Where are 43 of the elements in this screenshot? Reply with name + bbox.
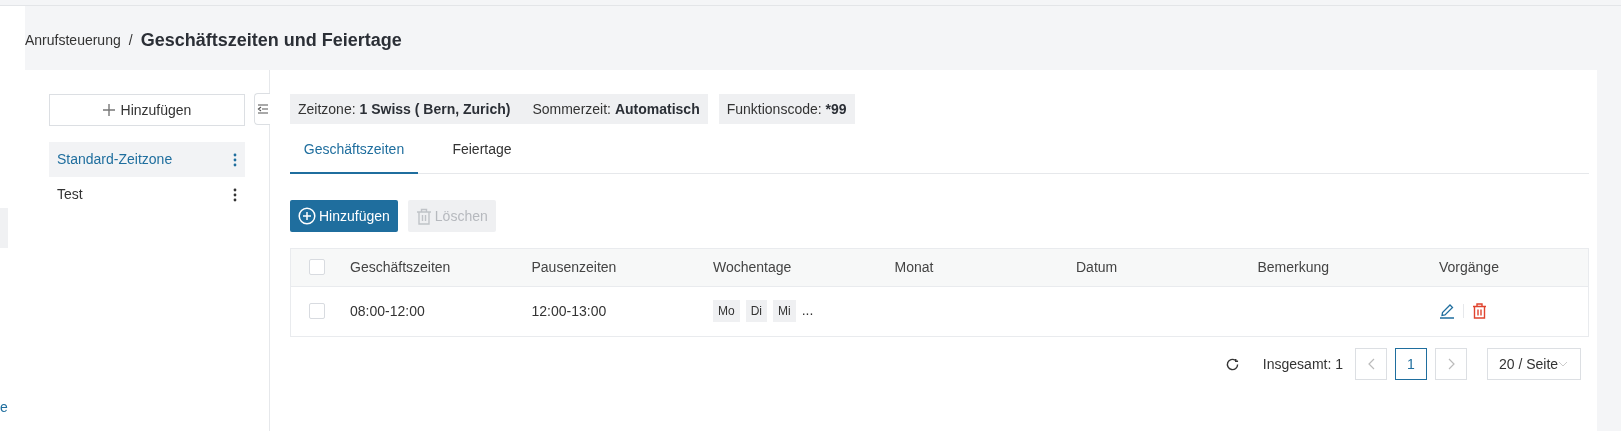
breadcrumb-separator: / [128, 30, 133, 50]
zone-list-item[interactable]: Standard-Zeitzone [49, 142, 245, 177]
column-header: Monat [894, 258, 934, 275]
page-size-select[interactable]: 20 / Seite [1487, 348, 1581, 380]
column-header: Pausenzeiten [531, 258, 617, 275]
zone-list-item[interactable]: Test [49, 177, 245, 212]
column-header: Vorgänge [1439, 258, 1499, 275]
table-cell: 08:00-12:00 [350, 302, 425, 319]
tab[interactable]: Feiertage [418, 127, 546, 174]
info-text: Sommerzeit: Automatisch [532, 99, 700, 119]
column-header: Wochentage [713, 258, 792, 275]
add-zone-button[interactable]: Hinzufügen [49, 94, 245, 126]
page-title: Geschäftszeiten und Feiertage [140, 28, 402, 52]
edit-icon[interactable] [1439, 303, 1455, 320]
plus-icon [102, 104, 115, 116]
refresh-icon[interactable] [1225, 357, 1239, 371]
add-button[interactable]: Hinzufügen [290, 200, 398, 232]
total-count: Insgesamt: 1 [1262, 354, 1343, 374]
weekday-tag: Mi [773, 300, 796, 323]
chevron-down-icon [1558, 361, 1569, 367]
delete-icon[interactable] [1472, 303, 1487, 320]
column-header: Datum [1076, 258, 1118, 275]
collapse-panel-button[interactable] [254, 93, 270, 125]
info-text: Zeitzone: 1 Swiss ( Bern, Zurich) [298, 99, 511, 119]
trash-icon [415, 207, 432, 225]
table-cell: 12:00-13:00 [531, 302, 607, 319]
sidebar-link[interactable]: e [0, 400, 8, 414]
weekday-tag: Mo [713, 300, 740, 323]
page-button[interactable]: 1 [1395, 348, 1427, 380]
info-text: Funktionscode: *99 [726, 99, 847, 119]
chevron-left-icon [1367, 358, 1375, 370]
more-icon[interactable] [233, 187, 237, 202]
collapse-icon [256, 103, 269, 115]
more-text: ... [801, 302, 814, 319]
column-header: Geschäftszeiten [350, 258, 451, 275]
column-header: Bemerkung [1257, 258, 1330, 275]
row-checkbox[interactable] [309, 303, 325, 320]
breadcrumb-link[interactable]: Anrufsteuerung [25, 29, 121, 51]
tab[interactable]: Geschäftszeiten [290, 127, 418, 174]
chevron-right-icon [1447, 358, 1455, 370]
plus-circle-icon [298, 207, 316, 225]
select-all-checkbox[interactable] [309, 259, 325, 276]
weekday-tag: Di [745, 300, 767, 323]
